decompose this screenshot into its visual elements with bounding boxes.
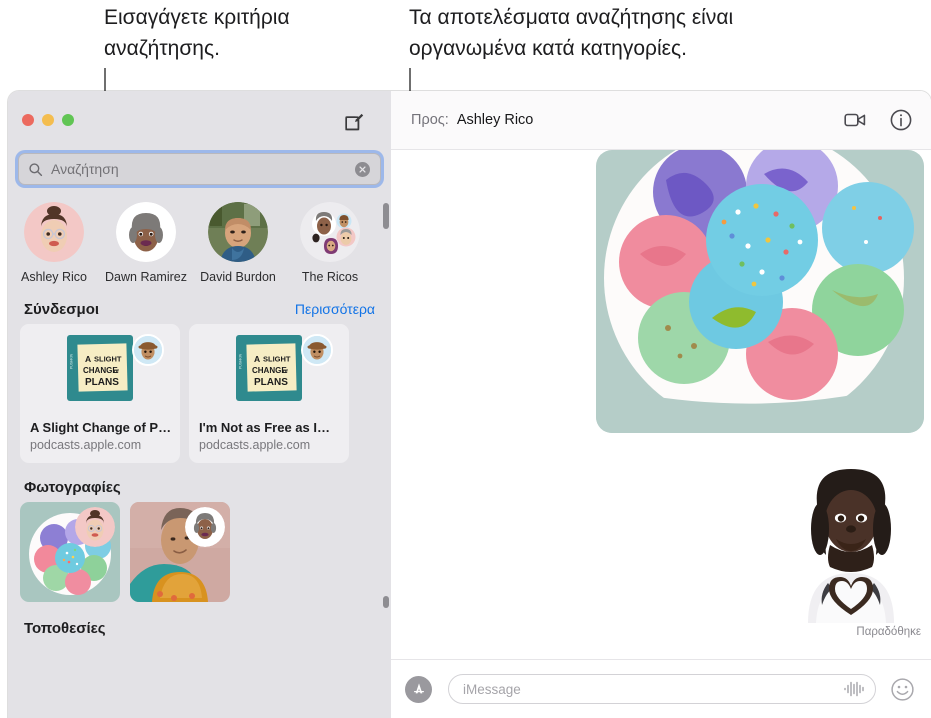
link-meta: I'm Not as Free as I… podcasts.apple.com [189, 412, 349, 463]
imessage-field[interactable] [448, 674, 876, 704]
delivery-status: Παραδόθηκε [856, 626, 921, 638]
annotation-search-criteria: Εισαγάγετε κριτήρια αναζήτησης. [104, 6, 290, 60]
message-composer [391, 659, 931, 718]
recipient-name[interactable]: Ashley Rico [457, 112, 534, 128]
svg-text:of: of [114, 369, 119, 375]
photo-david-avatar [208, 202, 268, 262]
photos-results-row [8, 502, 391, 602]
photos-section-header: Φωτογραφίες [8, 463, 391, 502]
svg-text:A: A [254, 354, 260, 364]
contacts-results-row: Ashley Rico Dawn Ramirez David Burdon Th… [8, 194, 391, 285]
locations-section-title: Τοποθεσίες [24, 620, 106, 637]
message-list: Παραδόθηκε [391, 150, 931, 659]
sidebar-scrollbar-thumb-lower[interactable] [383, 596, 389, 608]
photo-thumbnail-woman[interactable] [130, 502, 230, 602]
conversation-header-actions [843, 108, 913, 132]
link-domain: podcasts.apple.com [199, 438, 311, 452]
zoom-button[interactable] [62, 114, 74, 126]
sidebar-scrollbar-thumb[interactable] [383, 203, 389, 229]
search-input[interactable] [43, 161, 355, 177]
svg-text:of: of [283, 369, 288, 375]
link-artwork: PUSHKIN A SLIGHT CHANGE of PLANS [189, 324, 349, 412]
contact-name: The Ricos [301, 270, 359, 284]
compose-icon[interactable] [343, 111, 365, 133]
links-section-title: Σύνδεσμοι [24, 301, 100, 318]
svg-text:PLANS: PLANS [254, 377, 288, 388]
search-field[interactable] [18, 153, 381, 185]
link-title: A Slight Change of P… [30, 420, 170, 435]
links-section-header: Σύνδεσμοι Περισσότερα [8, 285, 391, 324]
contact-item[interactable]: The Ricos [284, 202, 376, 285]
imessage-input[interactable] [463, 681, 843, 697]
photos-section-title: Φωτογραφίες [24, 479, 121, 496]
svg-text:SLIGHT: SLIGHT [263, 355, 291, 364]
video-camera-icon[interactable] [843, 108, 867, 132]
close-button[interactable] [22, 114, 34, 126]
conversation-header: Προς: Ashley Rico [391, 91, 931, 150]
memoji-dawn-avatar [116, 202, 176, 262]
links-more-link[interactable]: Περισσότερα [295, 301, 375, 317]
link-card[interactable]: PUSHKIN A SLIGHT CHANGE of PLANS [20, 324, 180, 463]
search-results-sidebar: Ashley Rico [8, 91, 391, 718]
link-meta: A Slight Change of P… podcasts.apple.com [20, 412, 180, 463]
appstore-icon[interactable] [405, 675, 432, 703]
svg-text:PLANS: PLANS [85, 377, 119, 388]
link-card[interactable]: PUSHKIN A SLIGHT CHANGE of PLANS [189, 324, 349, 463]
memoji-ashley-avatar [24, 202, 84, 262]
screenshot-root: Εισαγάγετε κριτήρια αναζήτησης. Τα αποτε… [0, 0, 931, 718]
contact-name: Dawn Ramirez [105, 270, 187, 284]
svg-text:PUSHKIN: PUSHKIN [239, 353, 243, 369]
svg-text:SLIGHT: SLIGHT [94, 355, 122, 364]
sidebar-scroll-area: Ashley Rico Dawn Ramirez David Burdon Th… [8, 194, 391, 718]
group-ricos-avatar [300, 202, 360, 262]
links-results-row: PUSHKIN A SLIGHT CHANGE of PLANS A Sligh… [8, 324, 391, 463]
annotation-results-categories: Τα αποτελέσματα αναζήτησης είναι οργανωμ… [409, 6, 734, 60]
memoji-dawn-badge [185, 507, 225, 547]
memoji-david-badge [301, 334, 333, 366]
clear-icon[interactable] [355, 161, 370, 177]
conversation-pane: Προς: Ashley Rico Παραδόθηκε iMessage [391, 91, 931, 718]
memoji-ashley-badge [75, 507, 115, 547]
contact-name: David Burdon [200, 270, 276, 284]
link-title: I'm Not as Free as I… [199, 420, 330, 435]
contact-name: Ashley Rico [21, 270, 87, 284]
contact-item[interactable]: Dawn Ramirez [100, 202, 192, 285]
svg-text:PUSHKIN: PUSHKIN [70, 353, 74, 369]
photo-thumbnail-macarons[interactable] [20, 502, 120, 602]
minimize-button[interactable] [42, 114, 54, 126]
message-memoji-heart-hands[interactable] [778, 463, 924, 623]
emoji-smiley-icon[interactable] [890, 677, 915, 702]
contact-item[interactable]: David Burdon [192, 202, 284, 285]
messages-app-window: Ashley Rico [8, 91, 931, 718]
recipient-label: Προς: [411, 112, 449, 128]
contact-item[interactable]: Ashley Rico [8, 202, 100, 285]
sidebar-toolbar [8, 91, 391, 150]
link-artwork: PUSHKIN A SLIGHT CHANGE of PLANS [20, 324, 180, 412]
search-icon [28, 162, 43, 177]
memoji-david-badge [132, 334, 164, 366]
link-domain: podcasts.apple.com [30, 438, 142, 452]
window-controls [22, 114, 74, 126]
audio-waveform-icon[interactable] [843, 681, 865, 697]
info-icon[interactable] [889, 108, 913, 132]
svg-text:A: A [85, 354, 91, 364]
message-photo-macarons[interactable] [596, 150, 924, 433]
